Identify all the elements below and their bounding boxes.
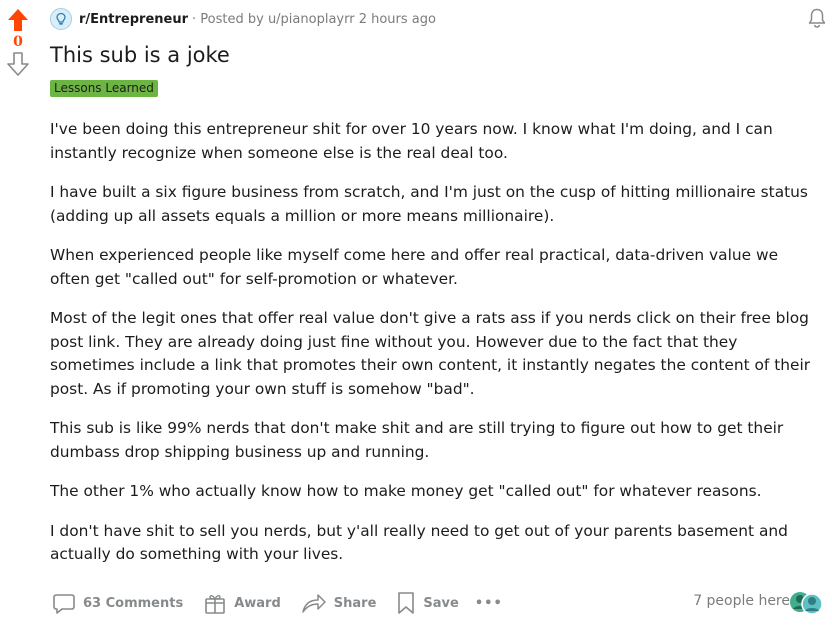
post-flair[interactable]: Lessons Learned [50, 80, 158, 97]
subreddit-link[interactable]: r/Entrepreneur [79, 12, 188, 27]
bell-icon [808, 8, 826, 28]
bookmark-icon [398, 592, 415, 614]
vote-score: 0 [13, 34, 23, 50]
body-paragraph: The other 1% who actually know how to ma… [50, 482, 762, 500]
share-button[interactable]: Share [301, 591, 377, 615]
post-title[interactable]: This sub is a joke [50, 41, 230, 69]
ellipsis-icon: ••• [474, 595, 503, 611]
post-action-bar: 63 Comments Award Share Save ••• [52, 589, 503, 617]
comment-bubble-icon [53, 594, 75, 614]
posted-by-meta: · Posted by u/pianoplayrr 2 hours ago [192, 11, 436, 27]
share-label: Share [333, 595, 377, 611]
body-paragraph: I have built a six figure business from … [50, 183, 808, 225]
notification-bell-button[interactable] [806, 7, 828, 29]
body-paragraph: Most of the legit ones that offer real v… [50, 309, 811, 398]
people-here-avatars[interactable] [788, 589, 824, 617]
people-here-count[interactable]: 7 people here [693, 593, 790, 609]
downvote-button[interactable] [4, 50, 32, 78]
share-arrow-icon [302, 594, 326, 613]
comments-button[interactable]: 63 Comments [52, 591, 183, 615]
post-body: I've been doing this entrepreneur shit f… [50, 118, 820, 583]
award-button[interactable]: Award [203, 591, 281, 615]
upvote-button[interactable] [4, 6, 32, 34]
comments-label: 63 Comments [83, 595, 184, 611]
gift-award-icon [205, 595, 226, 614]
award-label: Award [234, 595, 281, 611]
body-paragraph: When experienced people like myself come… [50, 246, 779, 288]
upvote-arrow-icon [8, 9, 28, 31]
body-paragraph: I don't have shit to sell you nerds, but… [50, 521, 788, 564]
subreddit-avatar[interactable] [50, 8, 72, 30]
body-paragraph: This sub is like 99% nerds that don't ma… [50, 419, 784, 461]
avatar-icon [790, 592, 823, 615]
downvote-arrow-icon [7, 52, 29, 76]
more-options-button[interactable]: ••• [475, 596, 503, 611]
save-button[interactable]: Save [396, 591, 459, 615]
body-paragraph: I've been doing this entrepreneur shit f… [50, 120, 773, 162]
save-label: Save [423, 595, 459, 611]
vote-column: 0 [0, 0, 36, 78]
lightbulb-icon [56, 12, 66, 25]
post-header: r/Entrepreneur · Posted by u/pianoplayrr… [50, 7, 832, 31]
